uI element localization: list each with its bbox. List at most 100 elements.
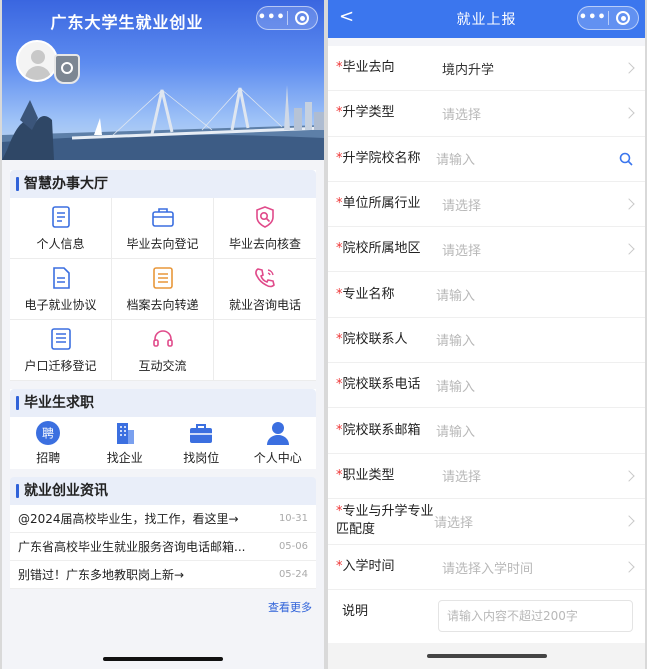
- form-row[interactable]: *毕业去向 境内升学: [328, 46, 645, 92]
- chevron-right-icon: [623, 198, 635, 210]
- field-select[interactable]: 请选择: [434, 512, 625, 531]
- field-input[interactable]: 请输入: [436, 330, 633, 349]
- service-empty-cell: [214, 320, 316, 381]
- field-label: *职业类型: [336, 467, 442, 485]
- field-label-text: 专业与升学专业匹配度: [336, 504, 434, 538]
- section-title-news: 就业创业资讯: [10, 477, 316, 505]
- field-input[interactable]: 请输入: [436, 285, 633, 304]
- field-input[interactable]: 请输入: [436, 149, 619, 168]
- field-label-text: 专业名称: [342, 286, 395, 302]
- shield-search-icon: [256, 205, 274, 228]
- form-row[interactable]: *院校联系邮箱 请输入: [328, 408, 645, 454]
- field-select[interactable]: 请选择: [442, 240, 625, 259]
- svg-text:聘: 聘: [42, 427, 54, 441]
- list-icon: [50, 327, 71, 350]
- field-label-text: 入学时间: [342, 559, 395, 575]
- news-item[interactable]: @2024届高校毕业生，找工作，看这里→ 10-31: [10, 505, 316, 533]
- job-find-company[interactable]: 找企业: [87, 417, 164, 469]
- field-label: *毕业去向: [336, 59, 442, 77]
- field-select[interactable]: 境内升学: [442, 59, 625, 78]
- field-label: *院校联系人: [336, 331, 442, 349]
- field-label: *入学时间: [336, 558, 442, 576]
- avatar[interactable]: [16, 40, 58, 82]
- section-title-jobs: 毕业生求职: [10, 389, 316, 417]
- field-label-text: 职业类型: [342, 467, 395, 483]
- form-row[interactable]: *院校联系人 请输入: [328, 318, 645, 364]
- service-personal-info[interactable]: 个人信息: [10, 198, 112, 259]
- view-more-link[interactable]: 查看更多: [10, 589, 316, 615]
- right-phone-screen: < 就业上报 ••• *毕业去向 境内升学 *升学类型 请选择 *升学院校名称 请输入 *单…: [328, 0, 645, 669]
- more-icon[interactable]: •••: [257, 7, 287, 29]
- field-select[interactable]: 请选择: [442, 466, 625, 485]
- field-select[interactable]: 请选择: [442, 104, 625, 123]
- miniapp-capsule[interactable]: •••: [577, 6, 639, 30]
- service-e-agreement[interactable]: 电子就业协议: [10, 259, 112, 320]
- chevron-right-icon: [623, 62, 635, 74]
- form-row[interactable]: *院校联系电话 请输入: [328, 363, 645, 409]
- document-icon: [51, 205, 70, 228]
- form-row[interactable]: *升学类型 请选择: [328, 91, 645, 137]
- field-label: *院校所属地区: [336, 240, 442, 258]
- field-select[interactable]: 请选择: [442, 195, 625, 214]
- field-label: *升学类型: [336, 104, 442, 122]
- more-icon[interactable]: •••: [578, 7, 608, 29]
- note-textarea[interactable]: 请输入内容不超过200字: [438, 600, 633, 633]
- search-icon[interactable]: [619, 152, 633, 166]
- city-bridge-illustration: [2, 85, 324, 160]
- field-label-text: 毕业去向: [342, 60, 395, 76]
- field-label-text: 院校联系电话: [342, 377, 421, 393]
- service-interaction[interactable]: 互动交流: [112, 320, 214, 381]
- graduate-jobs: 毕业生求职 聘 招聘 找企业 找岗位 个人中心: [10, 389, 316, 469]
- close-miniapp-icon[interactable]: [609, 11, 639, 25]
- form-row[interactable]: *专业名称 请输入: [328, 272, 645, 318]
- chevron-right-icon: [623, 470, 635, 482]
- field-label-text: 升学院校名称: [342, 150, 421, 166]
- briefcase-icon: [190, 424, 213, 443]
- chevron-right-icon: [623, 243, 635, 255]
- field-input[interactable]: 请输入: [436, 421, 633, 440]
- field-label-text: 院校联系人: [342, 331, 408, 347]
- home-header-banner: 广东大学生就业创业 •••: [2, 0, 324, 160]
- field-label-text: 升学类型: [342, 105, 395, 121]
- app-title: 广东大学生就业创业: [50, 13, 204, 32]
- field-label: *院校联系电话: [336, 376, 442, 394]
- field-label-text: 院校所属地区: [342, 241, 421, 257]
- news-item[interactable]: 别错过！广东多地教职岗上新→ 05-24: [10, 561, 316, 589]
- service-destination-check[interactable]: 毕业去向核查: [214, 198, 316, 259]
- chevron-right-icon: [623, 561, 635, 573]
- report-form: *毕业去向 境内升学 *升学类型 请选择 *升学院校名称 请输入 *单位所属行业 请选择 *院校…: [328, 46, 645, 591]
- close-miniapp-icon[interactable]: [288, 11, 318, 25]
- job-recruit[interactable]: 聘 招聘: [10, 417, 87, 469]
- bottom-bar: [328, 643, 645, 669]
- smart-service-hall: 智慧办事大厅 个人信息 毕业去向登记 毕业去向核查 电子就业协议 档案去向转递: [10, 170, 316, 381]
- field-label-text: 院校联系邮箱: [342, 422, 421, 438]
- left-phone-screen: 广东大学生就业创业 ••• 智慧办事大厅 个人信息 毕业去向登记 毕业去向核查 …: [2, 0, 324, 669]
- field-select[interactable]: 请选择入学时间: [442, 558, 625, 577]
- home-indicator: [427, 654, 547, 658]
- verified-badge-icon: [54, 54, 80, 84]
- field-label: *单位所属行业: [336, 195, 442, 213]
- field-input[interactable]: 请输入: [436, 376, 633, 395]
- field-label-text: 单位所属行业: [342, 196, 421, 212]
- form-row[interactable]: *职业类型 请选择: [328, 454, 645, 499]
- service-destination-register[interactable]: 毕业去向登记: [112, 198, 214, 259]
- headset-icon: [152, 329, 173, 347]
- form-row[interactable]: *升学院校名称 请输入: [328, 137, 645, 182]
- field-label: *升学院校名称: [336, 150, 442, 168]
- form-row[interactable]: *院校所属地区 请选择: [328, 227, 645, 273]
- service-consult-phone[interactable]: 就业咨询电话: [214, 259, 316, 320]
- form-row[interactable]: *单位所属行业 请选择: [328, 182, 645, 228]
- home-indicator: [103, 657, 223, 661]
- briefcase-icon: [151, 207, 174, 227]
- job-personal-center[interactable]: 个人中心: [240, 417, 317, 469]
- miniapp-capsule[interactable]: •••: [256, 6, 318, 30]
- news-item[interactable]: 广东省高校毕业生就业服务咨询电话邮箱... 05-06: [10, 533, 316, 561]
- form-row[interactable]: *入学时间 请选择入学时间: [328, 545, 645, 591]
- job-find-position[interactable]: 找岗位: [163, 417, 240, 469]
- form-row[interactable]: *专业与升学专业匹配度 请选择: [328, 499, 645, 545]
- service-archive-transfer[interactable]: 档案去向转递: [112, 259, 214, 320]
- service-hukou-register[interactable]: 户口迁移登记: [10, 320, 112, 381]
- recruit-icon: 聘: [36, 421, 61, 445]
- form-header: < 就业上报 •••: [328, 0, 645, 38]
- career-news: 就业创业资讯 @2024届高校毕业生，找工作，看这里→ 10-31 广东省高校毕…: [10, 477, 316, 615]
